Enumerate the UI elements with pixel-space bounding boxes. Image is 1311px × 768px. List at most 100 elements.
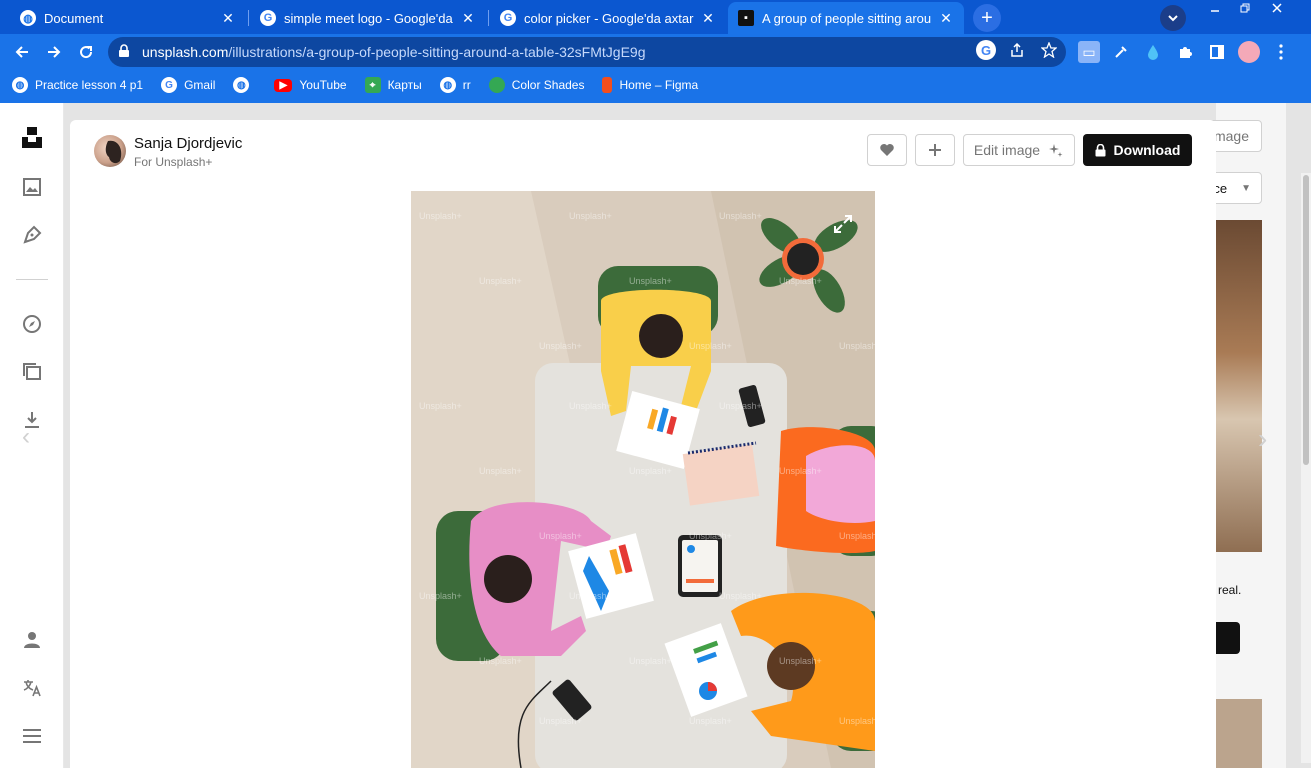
watermark-text: Unsplash+	[479, 276, 522, 286]
watermark-text: Unsplash+	[689, 531, 732, 541]
bookmark-practice-lesson[interactable]: ◍ Practice lesson 4 p1	[12, 77, 143, 93]
unsplash-logo-icon[interactable]	[20, 125, 44, 149]
scrollbar-thumb[interactable]	[1303, 175, 1309, 465]
bookmark-gmail[interactable]: G Gmail	[161, 77, 215, 93]
eyedropper-icon[interactable]	[1110, 41, 1132, 63]
illustration-image[interactable]: Unsplash+ Unsplash+ Unsplash+ Unsplash+ Unsp…	[411, 191, 875, 768]
watermark-text: Unsplash+	[839, 341, 875, 351]
user-icon[interactable]	[20, 628, 44, 652]
tab-title: A group of people sitting around	[762, 10, 932, 26]
reload-icon	[80, 46, 93, 59]
bookmark-figma[interactable]: Home – Figma	[602, 77, 698, 93]
tab-color-picker[interactable]: G color picker - Google'da axtarış ✕	[490, 2, 726, 34]
illustrations-pen-icon[interactable]	[20, 223, 44, 247]
tab-separator	[488, 10, 489, 26]
edit-image-button[interactable]: Edit image	[963, 134, 1075, 166]
forward-button[interactable]	[40, 38, 68, 66]
unsplash-icon: ▪	[738, 10, 754, 26]
tab-simple-meet-logo[interactable]: G simple meet logo - Google'da ax ✕	[250, 2, 486, 34]
download-label: Download	[1113, 142, 1181, 158]
extensions-puzzle-icon[interactable]	[1174, 41, 1196, 63]
bookmark-rr[interactable]: ◍ rr	[439, 77, 471, 93]
close-icon[interactable]: ✕	[700, 10, 716, 27]
restore-icon	[1240, 3, 1250, 13]
background-card	[1216, 699, 1262, 768]
download-button[interactable]: Download	[1083, 134, 1192, 166]
previous-image-chevron-icon[interactable]: ‹	[22, 423, 30, 451]
back-button[interactable]	[8, 38, 36, 66]
minimize-button[interactable]	[1200, 0, 1230, 16]
bookmarks-bar: ◍ Practice lesson 4 p1 G Gmail ◍ ▶ YouTu…	[0, 70, 1311, 100]
bookmark-label: rr	[462, 78, 471, 92]
watermark-text: Unsplash+	[629, 276, 672, 286]
watermark-text: Unsplash+	[419, 401, 462, 411]
google-lens-icon[interactable]: G	[976, 40, 996, 60]
share-icon[interactable]	[1007, 40, 1027, 60]
color-drop-icon[interactable]	[1142, 41, 1164, 63]
restore-button[interactable]	[1230, 0, 1260, 16]
extension-ruler-icon[interactable]: ▭	[1078, 41, 1100, 63]
menu-hamburger-icon[interactable]	[20, 724, 44, 748]
side-panel-icon[interactable]	[1206, 41, 1228, 63]
kebab-menu-icon[interactable]	[1270, 41, 1292, 63]
next-image-chevron-icon[interactable]: ›	[1258, 423, 1267, 455]
bookmark-unnamed[interactable]: ◍	[233, 77, 256, 93]
bookmark-label: YouTube	[299, 78, 347, 92]
bookmark-youtube[interactable]: ▶ YouTube	[274, 78, 347, 92]
author-subtitle[interactable]: For Unsplash+	[134, 155, 212, 169]
profile-avatar-icon[interactable]	[1238, 41, 1260, 63]
tab-unsplash[interactable]: ▪ A group of people sitting around ✕	[728, 2, 964, 34]
arrow-left-icon	[15, 46, 28, 58]
arrow-right-icon	[48, 46, 61, 58]
watermark-text: Unsplash+	[719, 401, 762, 411]
tab-strip: ◍ Document ✕ G simple meet logo - Google…	[0, 0, 1311, 34]
bookmark-label: Practice lesson 4 p1	[35, 78, 144, 92]
new-tab-button[interactable]: +	[973, 4, 1001, 32]
background-dark-button	[1216, 622, 1240, 654]
google-icon: G	[260, 10, 276, 26]
lock-icon	[1095, 143, 1106, 156]
bookmark-label: Color Shades	[511, 78, 585, 92]
bookmark-label: Gmail	[184, 78, 216, 92]
translate-icon[interactable]	[20, 676, 44, 700]
color-shades-icon	[488, 77, 505, 93]
address-bar[interactable]: unsplash.com/illustrations/a-group-of-pe…	[108, 37, 1066, 67]
close-icon[interactable]: ✕	[220, 10, 236, 27]
add-to-collection-button[interactable]	[915, 134, 955, 166]
window-close-button[interactable]	[1262, 0, 1292, 16]
tab-document[interactable]: ◍ Document ✕	[10, 2, 246, 34]
watermark-text: Unsplash+	[629, 466, 672, 476]
url-path: /illustrations/a-group-of-people-sitting…	[228, 44, 646, 60]
watermark-text: Unsplash+	[779, 656, 822, 666]
collections-icon[interactable]	[20, 360, 44, 384]
close-icon[interactable]: ✕	[938, 10, 954, 27]
chevron-down-icon	[1168, 15, 1178, 22]
star-icon[interactable]	[1039, 40, 1059, 60]
avatar[interactable]	[94, 135, 126, 167]
author-name[interactable]: Sanja Djordjevic	[134, 135, 242, 152]
background-text: real.	[1218, 583, 1242, 597]
bookmark-color-shades[interactable]: Color Shades	[488, 77, 585, 93]
tab-title: color picker - Google'da axtarış	[524, 10, 694, 26]
unsplash-page: mage ce ▼ real. ‹ › Sanja Djordjevic For…	[0, 103, 1311, 768]
bookmark-label: Home – Figma	[619, 78, 699, 92]
bookmark-maps[interactable]: ⌖ Карты	[364, 77, 422, 93]
close-icon	[1272, 3, 1282, 13]
image-modal: Sanja Djordjevic For Unsplash+ Edit imag…	[70, 120, 1216, 768]
left-sidebar	[0, 103, 64, 768]
watermark-text: Unsplash+	[689, 341, 732, 351]
chevron-down-icon: ▼	[1241, 182, 1251, 194]
tab-title: Document	[44, 10, 104, 26]
sidebar-divider	[16, 279, 48, 280]
expand-icon[interactable]	[832, 213, 854, 235]
bookmark-label: Карты	[387, 78, 422, 92]
reload-button[interactable]	[72, 38, 100, 66]
sparkle-icon	[1049, 144, 1063, 157]
minimize-icon	[1211, 10, 1219, 12]
watermark-text: Unsplash+	[629, 656, 672, 666]
close-icon[interactable]: ✕	[460, 10, 476, 27]
like-button[interactable]	[867, 134, 907, 166]
photos-icon[interactable]	[20, 175, 44, 199]
explore-compass-icon[interactable]	[20, 312, 44, 336]
tab-search-button[interactable]	[1160, 5, 1186, 31]
